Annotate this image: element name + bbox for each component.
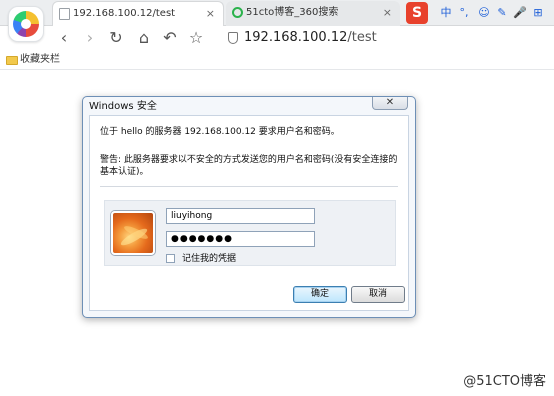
browser-window: 192.168.100.12/test × 51cto博客_360搜索 × S … xyxy=(0,0,554,396)
folder-icon xyxy=(6,56,18,65)
sogou-icon[interactable]: S xyxy=(406,2,428,24)
reload-button[interactable]: ↻ xyxy=(106,28,126,48)
ime-mic-icon[interactable]: 🎤 xyxy=(512,3,528,23)
ime-emoji-icon[interactable]: ☺ xyxy=(476,3,492,23)
auth-message: 位于 hello 的服务器 192.168.100.12 要求用户名和密码。 xyxy=(100,127,340,137)
user-avatar xyxy=(111,211,155,255)
dialog-body: 位于 hello 的服务器 192.168.100.12 要求用户名和密码。 警… xyxy=(89,115,409,311)
tab-title: 192.168.100.12/test xyxy=(73,8,176,19)
security-warning: 警告: 此服务器要求以不安全的方式发送您的用户名和密码(没有安全连接的基本认证)… xyxy=(100,155,398,177)
tab-title: 51cto博客_360搜索 xyxy=(246,7,339,18)
username-field[interactable] xyxy=(166,208,315,224)
logo-center xyxy=(21,19,31,29)
forward-button[interactable]: › xyxy=(80,28,100,48)
navigation-toolbar: ‹ › ↻ ⌂ ↶ ☆ 192.168.100.12/test xyxy=(0,26,554,50)
password-field[interactable] xyxy=(166,231,315,247)
ime-toolbar: S 中 °, ☺ ✎ 🎤 ⊞ xyxy=(404,1,554,25)
ime-chinese-toggle[interactable]: 中 xyxy=(438,3,454,23)
remember-label[interactable]: 记住我的凭据 xyxy=(182,253,236,265)
windows-security-dialog: Windows 安全 ✕ 位于 hello 的服务器 192.168.100.1… xyxy=(82,96,416,318)
bookmarks-folder-label[interactable]: 收藏夹栏 xyxy=(20,52,60,68)
address-url[interactable]: 192.168.100.12/test xyxy=(244,28,377,48)
ime-menu-icon[interactable]: ⊞ xyxy=(530,3,546,23)
url-host: 192.168.100.12 xyxy=(244,30,348,45)
remember-checkbox[interactable] xyxy=(166,254,175,263)
document-icon xyxy=(59,8,70,20)
divider xyxy=(100,186,398,187)
close-icon[interactable]: ✕ xyxy=(372,97,408,110)
credential-tile: 记住我的凭据 xyxy=(104,200,396,266)
address-bar[interactable]: 192.168.100.12/test xyxy=(222,28,552,48)
tab-inactive[interactable]: 51cto博客_360搜索 × xyxy=(226,1,400,26)
dialog-title: Windows 安全 xyxy=(89,101,157,112)
back-button[interactable]: ‹ xyxy=(54,28,74,48)
home-button[interactable]: ⌂ xyxy=(134,28,154,48)
browser-logo-icon[interactable] xyxy=(8,6,44,42)
favorite-star-button[interactable]: ☆ xyxy=(186,28,206,48)
watermark: @51CTO博客 xyxy=(463,374,546,389)
ok-button[interactable]: 确定 xyxy=(293,286,347,303)
tab-active[interactable]: 192.168.100.12/test × xyxy=(52,1,224,26)
tab-strip: 192.168.100.12/test × 51cto博客_360搜索 × S … xyxy=(0,0,554,42)
bookmarks-bar: 收藏夹栏 xyxy=(0,50,554,70)
shield-icon[interactable] xyxy=(228,32,238,44)
undo-close-button[interactable]: ↶ xyxy=(160,28,180,48)
tab-close-icon[interactable]: × xyxy=(206,2,215,26)
tab-close-icon[interactable]: × xyxy=(383,1,392,25)
cancel-button[interactable]: 取消 xyxy=(351,286,405,303)
search-icon xyxy=(232,7,243,18)
url-path: /test xyxy=(347,30,377,45)
ime-punctuation-toggle[interactable]: °, xyxy=(456,3,472,23)
ime-pen-icon[interactable]: ✎ xyxy=(494,3,510,23)
